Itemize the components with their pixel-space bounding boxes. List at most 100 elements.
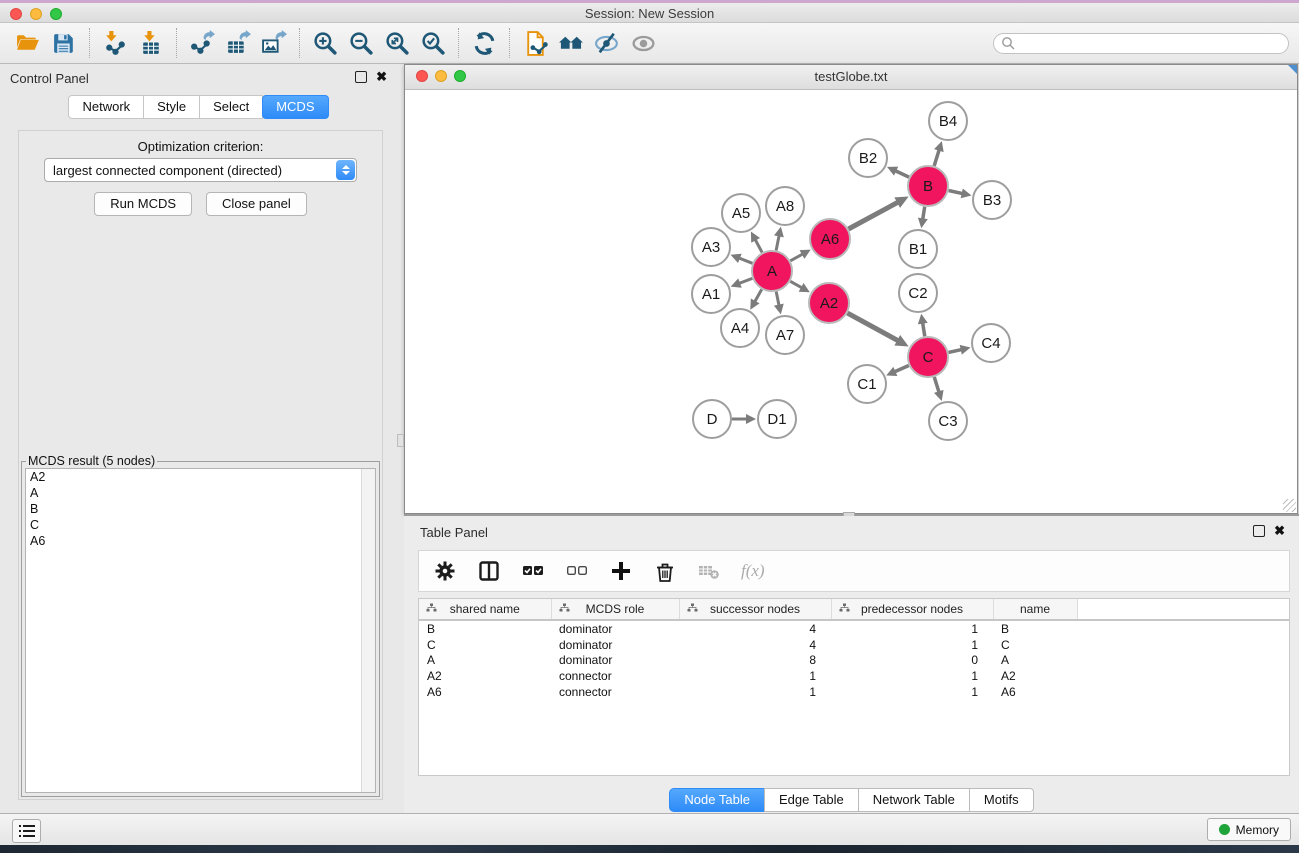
refresh-layout-button[interactable] (466, 26, 502, 60)
export-network-button[interactable] (184, 26, 220, 60)
table-row-B[interactable]: Bdominator41B (419, 620, 1289, 637)
column-header-predecessor-nodes[interactable]: predecessor nodes (831, 599, 993, 620)
network-from-document-icon (522, 30, 549, 57)
tab-edge-table[interactable]: Edge Table (764, 788, 859, 812)
export-table-icon (225, 30, 252, 57)
cell-filler (1077, 620, 1289, 637)
graph-node-label-C: C (923, 349, 934, 366)
save-session-button[interactable] (46, 26, 82, 60)
cell-name: B (993, 620, 1077, 637)
float-panel-icon[interactable] (355, 71, 367, 83)
column-layout-icon (478, 560, 500, 582)
network-window-titlebar[interactable]: testGlobe.txt (405, 65, 1297, 90)
cytoscape-window: Session: New Session Control Panel ✖ Net… (0, 0, 1299, 853)
result-scrollbar-track[interactable] (361, 469, 375, 792)
tab-motifs[interactable]: Motifs (969, 788, 1034, 812)
mcds-result-item[interactable]: A2 (26, 469, 375, 485)
home-view-button[interactable] (553, 26, 589, 60)
tab-node-table[interactable]: Node Table (669, 788, 765, 812)
search-input[interactable] (1015, 34, 1288, 52)
main-toolbar (0, 23, 1299, 64)
zoom-fit-button[interactable] (379, 26, 415, 60)
table-row-A2[interactable]: A2connector11A2 (419, 668, 1289, 684)
column-header-successor-nodes[interactable]: successor nodes (679, 599, 831, 620)
window-resize-grip[interactable] (1283, 499, 1296, 512)
arrowhead-C-C2 (918, 314, 928, 325)
cell-predecessor-nodes: 0 (831, 653, 993, 669)
column-header-shared-name[interactable]: shared name (419, 599, 551, 620)
graph-node-label-A2: A2 (820, 295, 838, 312)
criterion-dropdown[interactable]: largest connected component (directed) (44, 158, 357, 182)
tab-mcds[interactable]: MCDS (262, 95, 328, 119)
tab-style[interactable]: Style (143, 95, 200, 119)
cell-successor-nodes: 1 (679, 684, 831, 700)
graph-node-label-C2: C2 (908, 285, 927, 302)
function-builder-button: f(x) (741, 559, 765, 583)
task-history-button[interactable] (12, 819, 41, 843)
mcds-result-item[interactable]: A (26, 485, 375, 501)
hide-selection-button[interactable] (589, 26, 625, 60)
run-mcds-button[interactable]: Run MCDS (94, 192, 192, 216)
table-panel: Table Panel ✖ f(x) shared nameMCDS roles… (404, 516, 1299, 813)
mcds-result-list: A2ABCA6 (25, 468, 376, 793)
network-from-document-button[interactable] (517, 26, 553, 60)
graph-node-label-A1: A1 (702, 286, 720, 303)
edge-C-C3 (934, 377, 939, 393)
deselect-all-button[interactable] (565, 559, 589, 583)
settings-gear-button[interactable] (433, 559, 457, 583)
edge-A-A8 (776, 234, 779, 250)
delete-row-button[interactable] (653, 559, 677, 583)
open-file-icon (15, 30, 42, 57)
search-box[interactable] (993, 33, 1289, 54)
cell-shared-name: A (419, 653, 551, 669)
import-network-button[interactable] (97, 26, 133, 60)
table-float-panel-icon[interactable] (1253, 525, 1265, 537)
show-all-button[interactable] (625, 26, 661, 60)
deselect-all-icon (566, 560, 588, 582)
mcds-result-item[interactable]: B (26, 501, 375, 517)
show-all-icon (630, 30, 657, 57)
tab-network-table[interactable]: Network Table (858, 788, 970, 812)
graph-node-label-B2: B2 (859, 150, 877, 167)
tab-network[interactable]: Network (68, 95, 144, 119)
zoom-selected-button[interactable] (415, 26, 451, 60)
edge-A-A1 (738, 278, 752, 283)
graph-node-label-D: D (707, 411, 718, 428)
table-row-A[interactable]: Adominator80A (419, 653, 1289, 669)
column-header-name[interactable]: name (993, 599, 1077, 620)
export-table-button[interactable] (220, 26, 256, 60)
zoom-in-button[interactable] (307, 26, 343, 60)
column-layout-button[interactable] (477, 559, 501, 583)
open-file-button[interactable] (10, 26, 46, 60)
cell-filler (1077, 668, 1289, 684)
table-row-C[interactable]: Cdominator41C (419, 637, 1289, 653)
cell-MCDS-role: dominator (551, 637, 679, 653)
column-header-filler (1077, 599, 1289, 620)
select-all-button[interactable] (521, 559, 545, 583)
edge-C-C4 (948, 349, 962, 352)
mcds-result-fieldset: MCDS result (5 nodes) A2ABCA6 (21, 454, 380, 797)
cell-shared-name: A6 (419, 684, 551, 700)
column-header-MCDS-role[interactable]: MCDS role (551, 599, 679, 620)
add-row-button[interactable] (609, 559, 633, 583)
save-session-icon (51, 30, 78, 57)
memory-button[interactable]: Memory (1207, 818, 1291, 841)
mcds-result-item[interactable]: C (26, 517, 375, 533)
import-table-button[interactable] (133, 26, 169, 60)
arrowhead-B-B4 (934, 141, 944, 152)
desktop-strip-bottom (0, 845, 1299, 853)
mcds-result-item[interactable]: A6 (26, 533, 375, 549)
export-image-button[interactable] (256, 26, 292, 60)
network-canvas[interactable]: B4B2BB3A5A8A6A3B1AA1C2A2A4A7C4CC1C3DD1 (405, 90, 1297, 513)
edge-B-B1 (923, 207, 925, 221)
edge-A2-C (847, 313, 899, 341)
table-row-A6[interactable]: A6connector11A6 (419, 684, 1289, 700)
tab-select[interactable]: Select (199, 95, 263, 119)
close-panel-icon[interactable]: ✖ (376, 72, 387, 82)
close-panel-button[interactable]: Close panel (206, 192, 307, 216)
table-close-panel-icon[interactable]: ✖ (1274, 526, 1285, 536)
zoom-out-button[interactable] (343, 26, 379, 60)
zoom-in-icon (312, 30, 339, 57)
function-builder-icon: f(x) (741, 561, 765, 581)
split-handle-left[interactable] (397, 434, 404, 447)
